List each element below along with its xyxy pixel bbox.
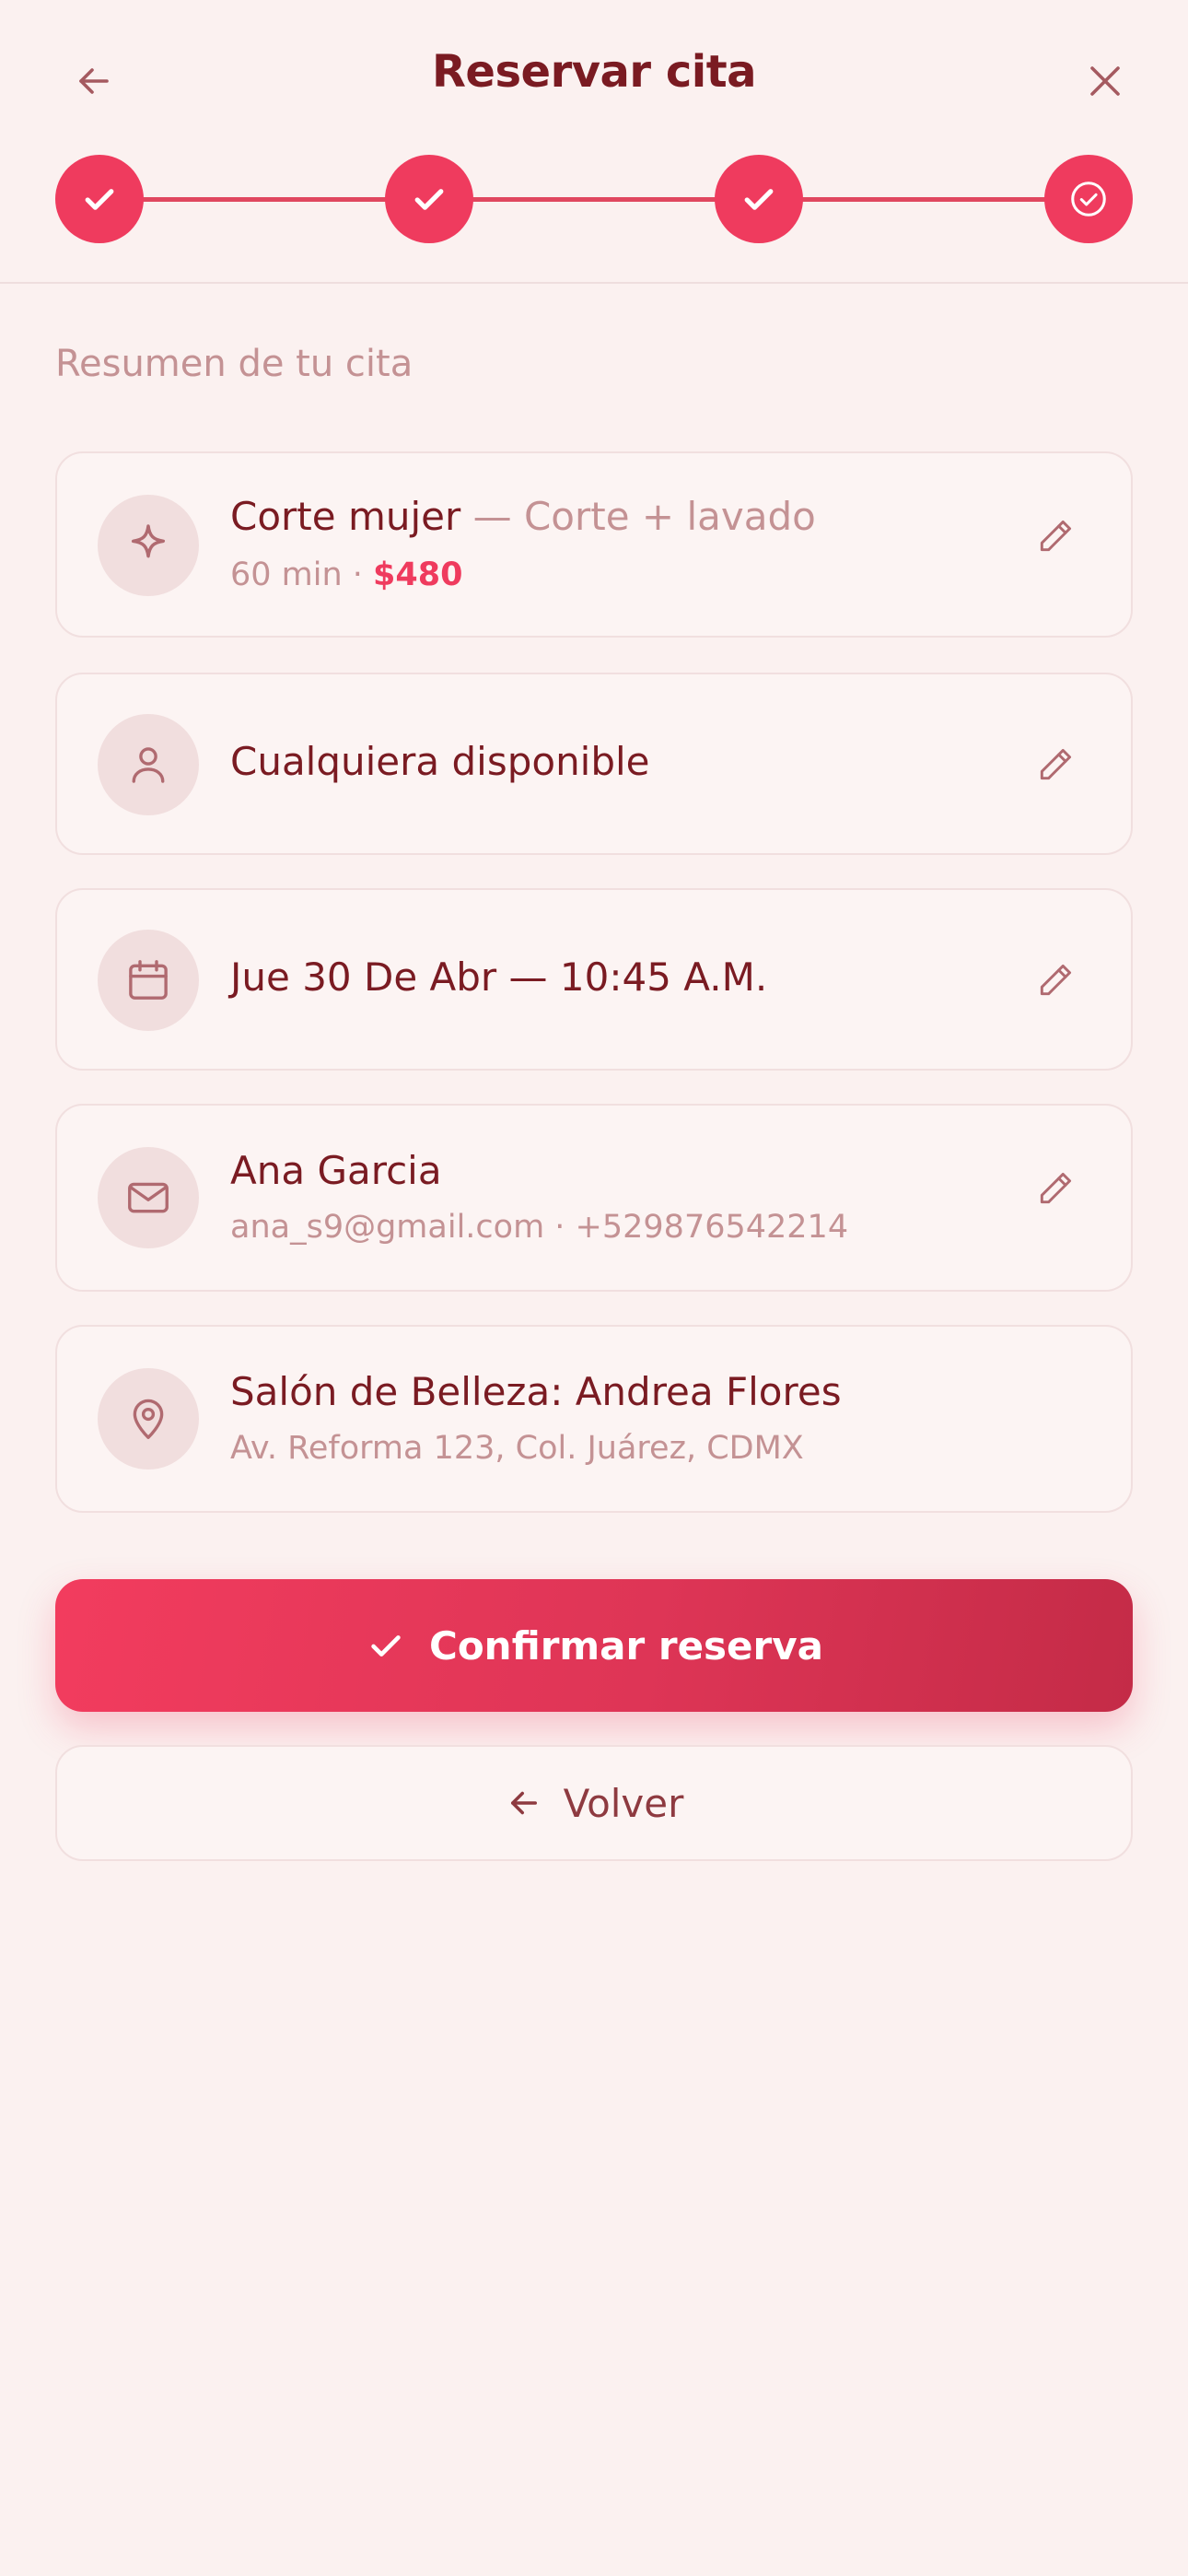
service-card: Corte mujer — Corte + lavado 60 min · $4… <box>55 451 1133 638</box>
location-icon-badge <box>98 1368 199 1469</box>
map-pin-icon <box>133 1399 164 1439</box>
arrow-left-icon <box>510 1791 537 1815</box>
header: Reservar cita <box>0 0 1188 284</box>
pencil-icon <box>1040 520 1072 552</box>
step-4 <box>1044 155 1133 243</box>
salon-name: Salón de Belleza: Andrea Flores <box>230 1369 842 1414</box>
datetime-icon-badge <box>98 930 199 1031</box>
edit-contact-button[interactable] <box>1028 1161 1083 1216</box>
check-icon <box>744 189 774 210</box>
pencil-icon <box>1040 964 1072 996</box>
service-duration: 60 min · <box>230 556 374 593</box>
staff-name: Cualquiera disponible <box>230 739 650 784</box>
service-icon-badge <box>98 495 199 596</box>
salon-address: Av. Reforma 123, Col. Juárez, CDMX <box>230 1430 804 1467</box>
stepper-line <box>99 197 1089 202</box>
confirm-booking-button[interactable]: Confirmar reserva <box>55 1579 1133 1712</box>
service-meta: 60 min · $480 <box>230 556 462 593</box>
pencil-icon <box>1040 1172 1072 1204</box>
calendar-icon <box>129 960 168 1000</box>
check-icon <box>371 1635 401 1657</box>
user-icon <box>132 747 165 783</box>
section-title: Resumen de tu cita <box>55 343 413 385</box>
page-title: Reservar cita <box>431 46 757 98</box>
contact-icon-badge <box>98 1147 199 1248</box>
back-step-label: Volver <box>563 1780 684 1826</box>
edit-service-button[interactable] <box>1028 509 1083 564</box>
check-icon <box>85 189 114 210</box>
staff-card: Cualquiera disponible <box>55 673 1133 855</box>
step-1[interactable] <box>55 155 144 243</box>
location-card: Salón de Belleza: Andrea Flores Av. Refo… <box>55 1325 1133 1513</box>
service-title: Corte mujer — Corte + lavado <box>230 494 816 539</box>
contact-name: Ana Garcia <box>230 1148 442 1193</box>
check-icon <box>414 189 444 210</box>
edit-datetime-button[interactable] <box>1028 953 1083 1008</box>
staff-icon-badge <box>98 714 199 815</box>
service-name: Corte mujer <box>230 494 461 539</box>
check-circle-icon <box>1071 181 1106 217</box>
datetime-card: Jue 30 De Abr — 10:45 A.M. <box>55 888 1133 1071</box>
contact-details: ana_s9@gmail.com · +529876542214 <box>230 1209 849 1246</box>
progress-stepper <box>55 155 1133 243</box>
close-button[interactable] <box>1072 48 1138 114</box>
sparkle-icon <box>131 524 166 558</box>
back-step-button[interactable]: Volver <box>55 1745 1133 1861</box>
close-icon <box>1090 66 1120 96</box>
service-detail: — Corte + lavado <box>460 494 816 539</box>
edit-staff-button[interactable] <box>1028 737 1083 792</box>
appointment-datetime: Jue 30 De Abr — 10:45 A.M. <box>230 954 768 1000</box>
contact-card: Ana Garcia ana_s9@gmail.com · +529876542… <box>55 1104 1133 1292</box>
step-2[interactable] <box>385 155 473 243</box>
mail-icon <box>128 1182 169 1213</box>
pencil-icon <box>1040 748 1072 780</box>
service-price: $480 <box>373 556 463 593</box>
step-3[interactable] <box>715 155 803 243</box>
confirm-booking-label: Confirmar reserva <box>429 1622 823 1669</box>
